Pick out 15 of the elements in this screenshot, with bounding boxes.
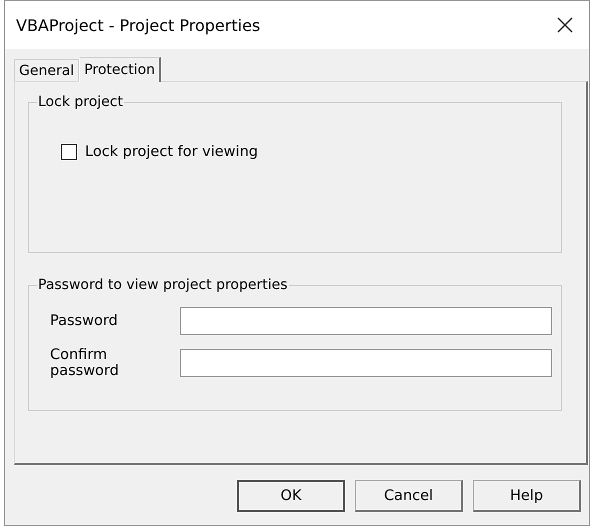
field-label: Confirm password xyxy=(50,347,120,379)
password-field[interactable] xyxy=(180,307,552,335)
tab[interactable]: General xyxy=(14,59,80,81)
field-label: Password xyxy=(50,313,119,329)
group-title: Password to view project properties xyxy=(37,277,289,293)
dialog-button[interactable]: OK xyxy=(237,480,345,512)
dialog-button[interactable]: Cancel xyxy=(355,480,463,512)
password-field[interactable] xyxy=(180,349,552,377)
dialog-button[interactable]: Help xyxy=(473,480,581,512)
checkbox-label: Lock project for viewing xyxy=(85,144,258,160)
group-title: Lock project xyxy=(37,94,124,110)
window-title: VBAProject - Project Properties xyxy=(16,16,260,34)
tab[interactable]: Protection xyxy=(79,57,162,82)
checkbox[interactable] xyxy=(61,144,77,160)
close-icon[interactable] xyxy=(557,17,573,33)
